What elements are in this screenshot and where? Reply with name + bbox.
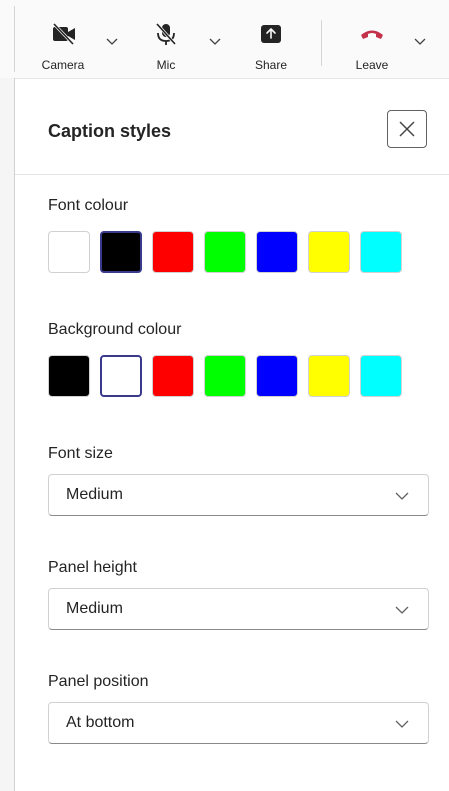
hang-up-icon (361, 30, 383, 39)
panel-height-dropdown[interactable]: Medium (48, 588, 429, 630)
panel-position-value: At bottom (66, 714, 135, 731)
mic-label: Mic (156, 58, 176, 72)
panel-title: Caption styles (48, 121, 172, 141)
toolbar-left-divider (14, 6, 15, 72)
leave-options-chevron-down-icon[interactable] (413, 36, 427, 46)
panel-position-label: Panel position (48, 673, 149, 690)
colour-swatch[interactable] (152, 355, 194, 397)
colour-swatch[interactable] (48, 231, 90, 273)
background-colour-label: Background colour (48, 321, 182, 338)
header-divider (15, 174, 449, 175)
caption-styles-panel: Caption styles Font colour Background co… (15, 79, 449, 791)
colour-swatch[interactable] (100, 355, 142, 397)
colour-swatch[interactable] (204, 355, 246, 397)
camera-off-icon (52, 22, 75, 46)
leave-button[interactable]: Leave (337, 0, 407, 78)
left-page-edge (0, 78, 15, 791)
font-size-value: Medium (66, 486, 123, 503)
panel-height-value: Medium (66, 600, 123, 617)
chevron-down-icon (395, 492, 409, 500)
colour-swatch[interactable] (100, 231, 142, 273)
share-button[interactable]: Share (236, 0, 306, 78)
close-button[interactable] (387, 110, 427, 148)
colour-swatch[interactable] (360, 231, 402, 273)
colour-swatch[interactable] (256, 231, 298, 273)
mic-button[interactable]: Mic (131, 0, 201, 78)
camera-options-chevron-down-icon[interactable] (105, 36, 119, 46)
panel-height-label: Panel height (48, 559, 137, 576)
background-colour-swatches (48, 355, 402, 397)
mic-off-icon (155, 22, 177, 46)
font-size-dropdown[interactable]: Medium (48, 474, 429, 516)
panel-position-dropdown[interactable]: At bottom (48, 702, 429, 744)
colour-swatch[interactable] (204, 231, 246, 273)
colour-swatch[interactable] (360, 355, 402, 397)
meeting-toolbar: Camera Mic Share Leave (0, 0, 449, 79)
colour-swatch[interactable] (152, 231, 194, 273)
colour-swatch[interactable] (48, 355, 90, 397)
font-colour-label: Font colour (48, 197, 129, 214)
leave-label: Leave (355, 58, 389, 72)
close-icon (399, 121, 415, 137)
share-label: Share (254, 58, 288, 72)
font-colour-swatches (48, 231, 402, 273)
colour-swatch[interactable] (256, 355, 298, 397)
colour-swatch[interactable] (308, 355, 350, 397)
font-size-label: Font size (48, 445, 113, 462)
chevron-down-icon (395, 606, 409, 614)
toolbar-divider (321, 20, 322, 66)
colour-swatch[interactable] (308, 231, 350, 273)
share-tray-icon (261, 25, 281, 43)
camera-button[interactable]: Camera (28, 0, 98, 78)
camera-label: Camera (41, 58, 85, 72)
mic-options-chevron-down-icon[interactable] (208, 36, 222, 46)
chevron-down-icon (395, 720, 409, 728)
